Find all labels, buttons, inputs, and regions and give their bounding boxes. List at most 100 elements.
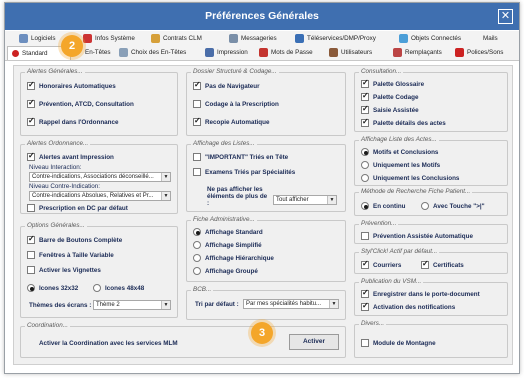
user-icon <box>329 47 338 57</box>
theme-select[interactable]: Thème 2 ▼ <box>93 300 171 310</box>
honoraires-checkbox[interactable]: Honoraires Automatiques <box>27 80 116 90</box>
courriers-checkbox[interactable]: Courriers <box>361 259 401 269</box>
saisie-assistee-checkbox[interactable]: Saisie Assistée <box>361 104 419 114</box>
alertes-generales-group: Alertes Générales... Honoraires Automati… <box>20 68 178 136</box>
close-button[interactable]: ✕ <box>498 9 513 24</box>
tab-infos-systeme[interactable]: Infos Système <box>83 32 135 46</box>
icones-32-radio[interactable]: Icones 32x32 <box>27 284 78 292</box>
chevron-down-icon: ▼ <box>161 192 170 200</box>
fiche-admin-group: Fiche Administrative... Affichage Standa… <box>186 216 346 282</box>
codage-prescription-checkbox[interactable]: Codage à la Prescription <box>193 100 279 108</box>
tab-utilisateurs[interactable]: Utilisateurs <box>329 46 372 60</box>
rappel-checkbox[interactable]: Rappel dans l'Ordonnance <box>27 116 119 126</box>
group-title: Coordination... <box>25 322 70 329</box>
tri-label: Tri par défaut : <box>195 301 239 308</box>
palette-codage-checkbox[interactable]: Palette Codage <box>361 91 419 101</box>
key-icon <box>259 47 268 57</box>
examens-checkbox[interactable]: Examens Triés par Spécialités <box>193 168 295 176</box>
bcb-group: BCB... Tri par défaut : Par mes spéciali… <box>186 286 346 320</box>
printer-icon <box>205 47 214 57</box>
mail-icon <box>229 33 238 43</box>
stylclick-group: Styl'Click! Actif par défaut... Courrier… <box>354 248 508 274</box>
group-title: Publication du VSM... <box>359 278 424 285</box>
tab-impression[interactable]: Impression <box>205 46 248 60</box>
tab-en-tetes[interactable]: En-Têtes <box>85 46 111 60</box>
tab-remplacants[interactable]: Remplaçants <box>393 46 442 60</box>
step-badge-3: 3 <box>251 322 273 344</box>
porte-document-checkbox[interactable]: Enregistrer dans le porte-document <box>361 288 480 298</box>
group-title: Méthode de Recherche Fiche Patient... <box>359 188 473 195</box>
chevron-down-icon: ▼ <box>161 173 170 181</box>
fenetres-checkbox[interactable]: Fenêtres à Taille Variable <box>27 251 114 259</box>
activer-button[interactable]: Activer <box>289 334 339 350</box>
affichage-groupe-radio[interactable]: Affichage Groupé <box>193 267 258 275</box>
ci-select[interactable]: Contre-indications Absolues, Relatives e… <box>29 191 171 201</box>
en-continu-radio[interactable]: En continu <box>361 202 406 210</box>
tri-select[interactable]: Par mes spécialités habitu... ▼ <box>243 299 339 309</box>
icones-48-radio[interactable]: Icones 48x48 <box>93 284 144 292</box>
list-icon <box>119 47 128 57</box>
device-icon <box>399 33 408 43</box>
affichage-standard-radio[interactable]: Affichage Standard <box>193 228 263 236</box>
tab-messageries[interactable]: Messageries <box>229 32 277 46</box>
certificats-checkbox[interactable]: Certificats <box>421 259 464 269</box>
tab-objets-connectes[interactable]: Objets Connectés <box>399 32 461 46</box>
font-icon <box>455 47 464 57</box>
methode-recherche-group: Méthode de Recherche Fiche Patient... En… <box>354 188 508 216</box>
affichage-simplifie-radio[interactable]: Affichage Simplifié <box>193 241 262 249</box>
group-title: Consultation... <box>359 68 404 75</box>
montagne-checkbox[interactable]: Module de Montagne <box>361 339 436 347</box>
coordination-text: Activer la Coordination avec les service… <box>39 340 178 347</box>
group-title: Divers... <box>359 320 387 327</box>
palette-glossaire-checkbox[interactable]: Palette Glossaire <box>361 78 424 88</box>
consultation-group: Consultation... Palette Glossaire Palett… <box>354 68 508 132</box>
ne-pas-afficher-label: Ne pas afficher les éléments de plus de … <box>207 186 268 207</box>
tab-contrats-clm[interactable]: Contrats CLM <box>151 32 202 46</box>
tab-mots-de-passe[interactable]: Mots de Passe <box>259 46 313 60</box>
group-title: Affichage des Listes... <box>191 140 257 147</box>
interaction-select[interactable]: Contre-indications, Associations déconse… <box>29 172 171 182</box>
recopie-checkbox[interactable]: Recopie Automatique <box>193 116 270 126</box>
chevron-down-icon: ▼ <box>161 301 170 309</box>
group-title: Options Générales... <box>25 222 87 229</box>
tab-teleservices[interactable]: Téléservices/DMP/Proxy <box>295 32 376 46</box>
alertes-impression-checkbox[interactable]: Alertes avant Impression <box>27 151 114 161</box>
uniquement-motifs-radio[interactable]: Uniquement les Motifs <box>361 161 440 169</box>
group-title: Alertes Générales... <box>25 68 85 75</box>
publication-vsm-group: Publication du VSM... Enregistrer dans l… <box>354 278 508 316</box>
dc-checkbox[interactable]: Prescription en DC par défaut <box>27 204 128 212</box>
group-title: Affichage Liste des Actes... <box>359 136 439 143</box>
uniquement-conclusions-radio[interactable]: Uniquement les Conclusions <box>361 174 459 182</box>
important-checkbox[interactable]: "IMPORTANT" Triés en Tête <box>193 153 288 161</box>
barre-boutons-checkbox[interactable]: Barre de Boutons Complète <box>27 234 122 244</box>
group-title: Dossier Structuré & Codage... <box>191 68 279 75</box>
prevention-checkbox[interactable]: Prévention, ATCD, Consultation <box>27 98 134 108</box>
chevron-down-icon: ▼ <box>327 196 336 204</box>
motifs-conclusions-radio[interactable]: Motifs et Conclusions <box>361 148 438 156</box>
avec-touche-radio[interactable]: Avec Touche ">|" <box>421 202 485 210</box>
dossier-structure-group: Dossier Structuré & Codage... Pas de Nav… <box>186 68 346 136</box>
niveau-interaction-label: Niveau Interaction: <box>29 164 82 171</box>
themes-label: Thèmes des écrans : <box>29 302 92 309</box>
prevention-assistee-checkbox[interactable]: Prévention Assistée Automatique <box>361 232 473 240</box>
logiciels-icon <box>19 33 28 43</box>
notifications-checkbox[interactable]: Activation des notifications <box>361 301 455 311</box>
tab-logiciels[interactable]: Logiciels <box>19 32 56 46</box>
pas-navigateur-checkbox[interactable]: Pas de Navigateur <box>193 80 260 90</box>
group-title: Fiche Administrative... <box>191 216 257 223</box>
info-icon <box>83 33 92 43</box>
preferences-window: Préférences Générales ✕ Logiciels Infos … <box>4 2 520 374</box>
affichage-hierarchique-radio[interactable]: Affichage Hiérarchique <box>193 254 274 262</box>
coordination-group: Coordination... Activer la Coordination … <box>20 322 346 358</box>
tab-mails[interactable]: Mails <box>483 32 498 46</box>
affichage-actes-group: Affichage Liste des Actes... Motifs et C… <box>354 136 508 186</box>
tab-polices-sons[interactable]: Polices/Sons <box>455 46 503 60</box>
tab-choix-en-tetes[interactable]: Choix des En-Têtes <box>119 46 186 60</box>
chevron-down-icon: ▼ <box>329 300 338 308</box>
vignettes-checkbox[interactable]: Activer les Vignettes <box>27 266 101 274</box>
network-icon <box>295 33 304 43</box>
palette-details-checkbox[interactable]: Palette détails des actes <box>361 117 446 127</box>
title-bar: Préférences Générales ✕ <box>5 3 519 30</box>
ne-pas-afficher-select[interactable]: Tout afficher ▼ <box>273 195 337 205</box>
step-badge-2: 2 <box>61 35 83 57</box>
